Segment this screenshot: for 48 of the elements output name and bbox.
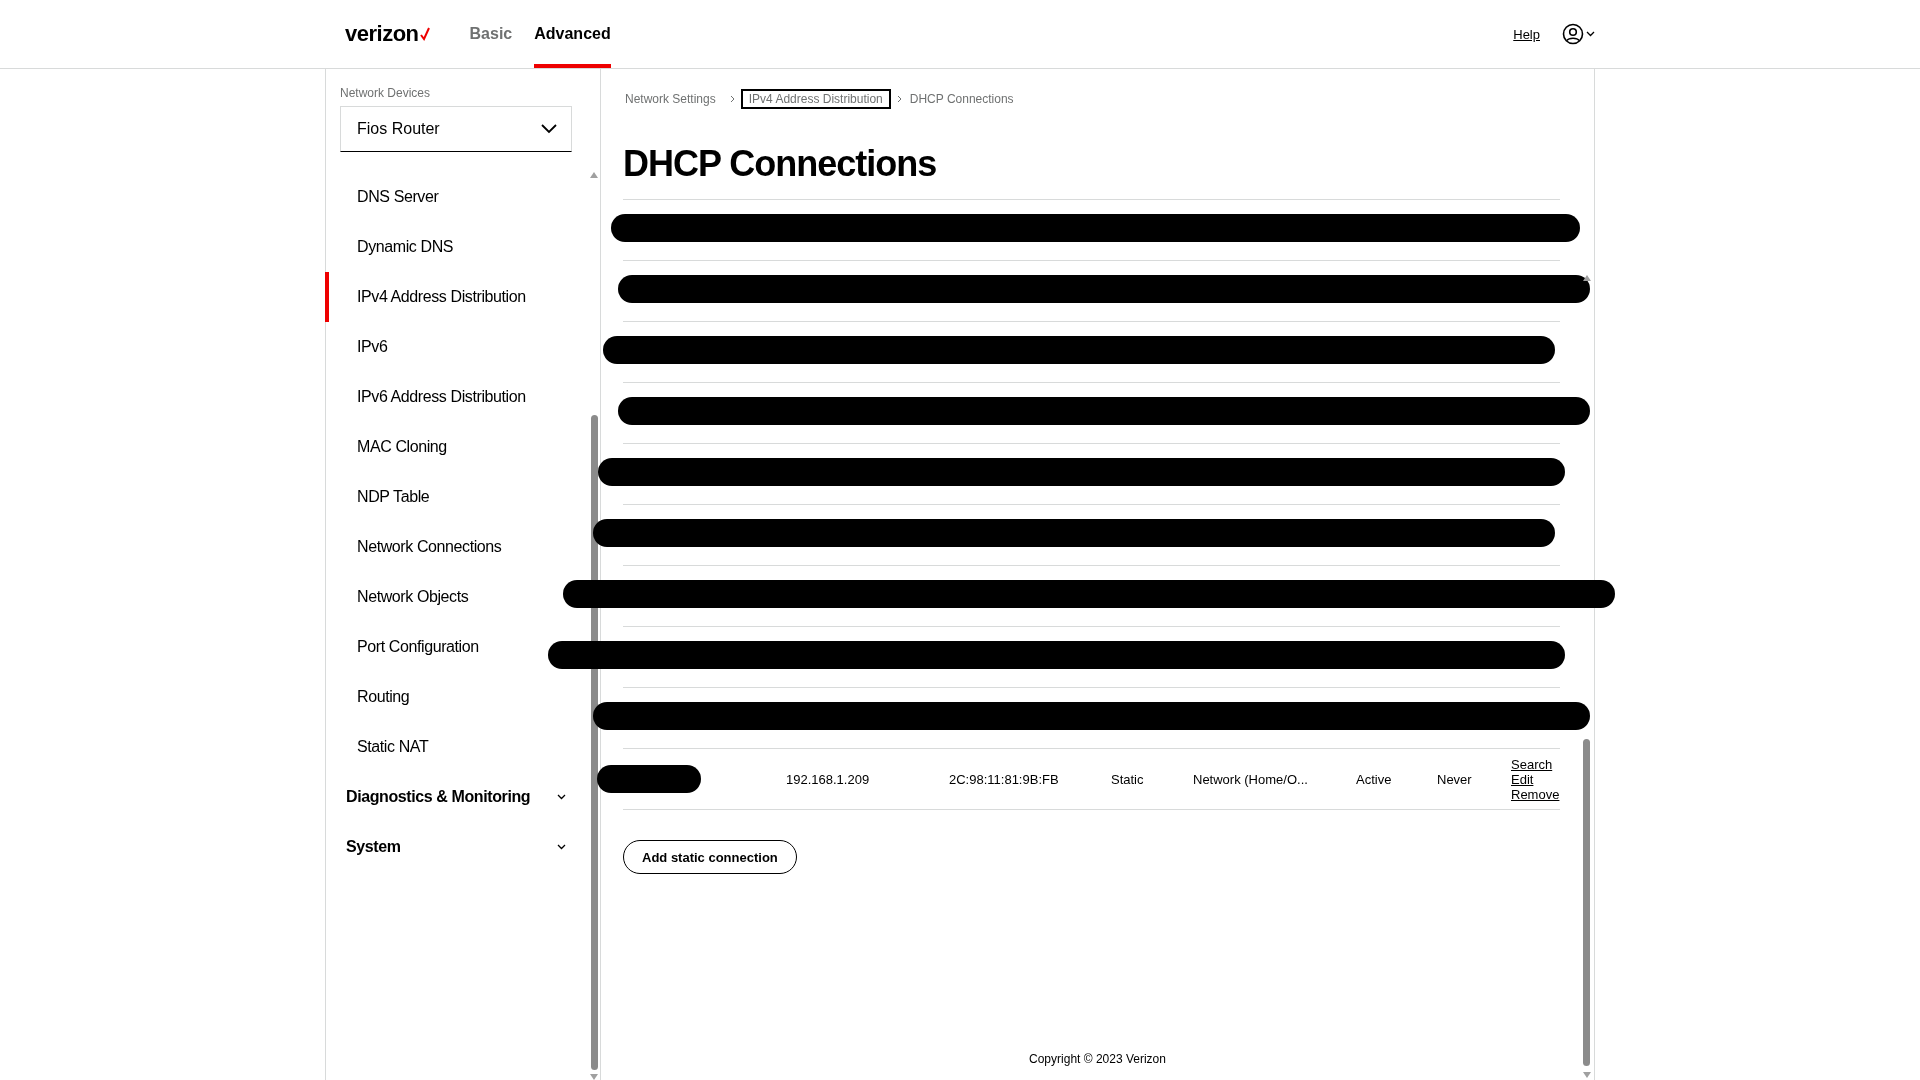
sidebar-item[interactable]: IPv4 Address Distribution <box>325 272 532 322</box>
table-cell-text: Network (Home/O... <box>1193 771 1309 787</box>
add-connection-button[interactable]: Add static connection <box>623 840 797 874</box>
table-cell-text: 2C:98:11:81:9B:FB <box>949 771 1060 787</box>
user-icon <box>1562 23 1584 45</box>
nav-tab[interactable]: Advanced <box>534 0 611 68</box>
sidebar-item[interactable]: Port Configuration <box>325 622 485 672</box>
action-link[interactable]: Search <box>1511 756 1560 772</box>
sidebar-item[interactable]: Static NAT <box>325 722 435 772</box>
breadcrumb-link[interactable]: IPv4 Address Distribution <box>740 89 891 109</box>
chevron-right-icon <box>896 95 902 103</box>
verizon-logo[interactable]: verizon <box>345 0 430 68</box>
breadcrumb-link[interactable]: DHCP Connections <box>907 89 1022 109</box>
sidebar-item[interactable]: Routing <box>325 672 416 722</box>
sidebar-item[interactable]: IPv6 Address Distribution <box>325 372 532 422</box>
chevron-down-icon <box>557 844 566 850</box>
chevron-down-icon <box>541 124 557 134</box>
action-link[interactable]: Edit <box>1511 771 1560 787</box>
sidebar-section[interactable]: Diagnostics & Monitoring <box>326 772 588 822</box>
scrollbar-thumb[interactable] <box>1583 739 1590 1066</box>
table-cell-text: Static <box>1111 771 1145 787</box>
chevron-right-icon <box>729 95 735 103</box>
chevron-down-icon <box>557 794 566 800</box>
action-link[interactable]: Remove <box>1511 786 1560 802</box>
chevron-down-icon <box>1586 31 1595 37</box>
scroll-up-icon[interactable] <box>1583 275 1591 281</box>
field-label: Network Devices <box>340 86 432 100</box>
table-cell-text: Never <box>1437 771 1473 787</box>
breadcrumb-link[interactable]: Network Settings <box>623 89 724 109</box>
sidebar-item[interactable]: Network Objects <box>325 572 475 622</box>
sidebar-section[interactable]: System <box>326 822 588 872</box>
help-link[interactable]: Help <box>1513 26 1540 42</box>
scroll-down-icon[interactable] <box>590 1074 598 1080</box>
sidebar-item[interactable]: DNS Server <box>325 172 445 222</box>
sidebar-item[interactable]: NDP Table <box>325 472 436 522</box>
sidebar-item[interactable]: IPv6 <box>325 322 394 372</box>
table-cell-text: Active <box>1356 771 1393 787</box>
device-dropdown[interactable]: Fios Router <box>340 106 572 152</box>
sidebar-item[interactable]: MAC Cloning <box>325 422 453 472</box>
table-cell-text: 192.168.1.209 <box>786 771 871 787</box>
scroll-down-icon[interactable] <box>1583 1072 1591 1078</box>
checkmark-icon <box>419 27 430 41</box>
account-menu[interactable] <box>1562 23 1595 45</box>
sidebar-item[interactable]: Dynamic DNS <box>325 222 460 272</box>
sidebar-item[interactable]: Network Connections <box>325 522 508 572</box>
copyright-text: Copyright © 2023 Verizon <box>1028 1052 1167 1066</box>
page-title: DHCP Connections <box>623 143 938 185</box>
nav-tab[interactable]: Basic <box>469 0 513 68</box>
